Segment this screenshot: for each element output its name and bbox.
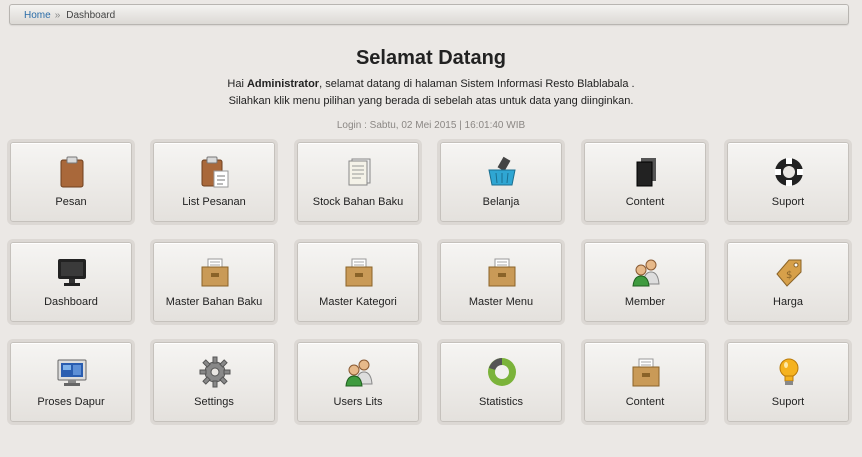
tile-label: Pesan xyxy=(55,196,87,208)
svg-text:$: $ xyxy=(786,270,792,281)
tile-label: Users Lits xyxy=(333,396,383,408)
tile-content[interactable]: Content xyxy=(584,142,706,222)
tile-content-2[interactable]: Content xyxy=(584,342,706,422)
greeting-text: Hai Administrator, selamat datang di hal… xyxy=(0,78,862,90)
tile-dashboard[interactable]: Dashboard xyxy=(10,242,132,322)
tile-pesan[interactable]: Pesan xyxy=(10,142,132,222)
drawer-icon xyxy=(201,258,229,287)
shopping-basket-icon xyxy=(488,156,516,186)
tile-belanja[interactable]: Belanja xyxy=(440,142,562,222)
tile-label: Stock Bahan Baku xyxy=(312,196,404,208)
monitor-icon xyxy=(58,259,86,286)
tile-label: Proses Dapur xyxy=(37,396,105,408)
screen-icon xyxy=(57,359,87,386)
tile-list-pesanan[interactable]: List Pesanan xyxy=(153,142,275,222)
greeting-prefix: Hai xyxy=(227,78,247,90)
tile-master-menu[interactable]: Master Menu xyxy=(440,242,562,322)
tile-label: Master Bahan Baku xyxy=(165,296,263,308)
lightbulb-icon xyxy=(779,358,799,385)
drawer-icon xyxy=(488,258,516,287)
breadcrumb-separator: » xyxy=(54,10,61,21)
tile-label: Content xyxy=(625,196,665,208)
price-tag-icon: $ xyxy=(776,259,802,287)
tile-users-lits[interactable]: Users Lits xyxy=(297,342,419,422)
tile-master-kategori[interactable]: Master Kategori xyxy=(297,242,419,322)
tile-label: Dashboard xyxy=(44,296,98,308)
tile-label: Settings xyxy=(194,396,234,408)
login-info: Login : Sabtu, 02 Mei 2015 | 16:01:40 WI… xyxy=(336,120,526,131)
tile-suport-2[interactable]: Suport xyxy=(727,342,849,422)
tile-label: Member xyxy=(624,296,666,308)
tile-label: Belanja xyxy=(482,196,520,208)
drawer-icon xyxy=(345,258,373,287)
tile-label: Suport xyxy=(771,396,805,408)
gear-icon xyxy=(199,356,231,388)
tile-label: Statistics xyxy=(478,396,523,408)
pie-chart-icon xyxy=(488,358,516,386)
page-title: Selamat Datang xyxy=(355,47,507,69)
tile-member[interactable]: Member xyxy=(584,242,706,322)
lifebuoy-icon xyxy=(775,158,803,186)
tile-stock-bahan-baku[interactable]: Stock Bahan Baku xyxy=(297,142,419,222)
tile-label: Master Kategori xyxy=(319,296,397,308)
tile-label: Master Menu xyxy=(468,296,534,308)
drawer-icon xyxy=(632,358,660,387)
documents-icon xyxy=(348,158,371,186)
greeting-user: Administrator xyxy=(246,78,320,90)
tile-harga[interactable]: $ Harga xyxy=(727,242,849,322)
clipboard-icon xyxy=(60,156,84,188)
tile-label: Harga xyxy=(773,296,803,308)
tile-label: Content xyxy=(625,396,665,408)
breadcrumb-home-link[interactable]: Home xyxy=(24,10,51,21)
pages-icon xyxy=(636,158,656,187)
tile-label: Suport xyxy=(771,196,805,208)
users-icon xyxy=(632,259,660,287)
tile-master-bahan-baku[interactable]: Master Bahan Baku xyxy=(153,242,275,322)
tile-suport[interactable]: Suport xyxy=(727,142,849,222)
instruction-text: Silahkan klik menu pilihan yang berada d… xyxy=(228,95,634,107)
clipboard-list-icon xyxy=(201,156,229,188)
tile-statistics[interactable]: Statistics xyxy=(440,342,562,422)
users-icon xyxy=(345,359,373,387)
breadcrumb: Home» Dashboard xyxy=(9,4,849,25)
greeting-suffix: , selamat datang di halaman Sistem Infor… xyxy=(319,78,635,90)
tile-label: List Pesanan xyxy=(182,196,246,208)
tile-settings[interactable]: Settings xyxy=(153,342,275,422)
tile-proses-dapur[interactable]: Proses Dapur xyxy=(10,342,132,422)
breadcrumb-current: Dashboard xyxy=(66,10,116,21)
